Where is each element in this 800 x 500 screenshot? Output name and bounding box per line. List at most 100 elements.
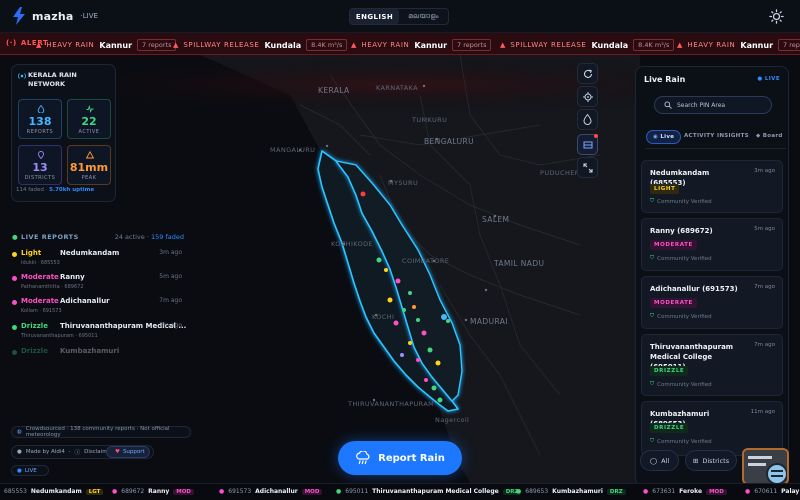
report-place: Ranny: [60, 273, 85, 281]
filter-all-button[interactable]: ◯ All: [640, 450, 679, 471]
report-card[interactable]: Ranny (689672) 5m ago MODERATE ⛉ Communit…: [641, 218, 783, 271]
locate-button[interactable]: [577, 86, 598, 107]
card-time: 7m ago: [754, 284, 775, 290]
map-label-tamil-nadu: TAMIL NADU: [494, 259, 545, 268]
rain-layer-button[interactable]: [577, 109, 598, 130]
stat-peak[interactable]: 81mm PEAK: [67, 145, 111, 185]
tab-activity[interactable]: ACTIVITY: [684, 133, 715, 139]
ticker-item[interactable]: ● 695011 Thiruvananthapuram Medical Colleg…: [336, 488, 522, 495]
report-place: Adichanallur: [60, 297, 110, 305]
made-by-link[interactable]: Made by Aldi4: [26, 449, 65, 455]
expand-button[interactable]: [577, 157, 598, 178]
filter-districts-button[interactable]: ⊞ Districts: [685, 450, 737, 471]
live-report-item[interactable]: Moderate Adichanallur 7m ago Kollam · 69…: [12, 296, 190, 320]
stat-active[interactable]: 22 ACTIVE: [67, 99, 111, 139]
map-label-kochi: KOCHI: [372, 313, 395, 321]
uptime: 5.70kh uptime: [49, 187, 95, 193]
shield-icon: ⛉: [650, 381, 655, 387]
language-malayalam-button[interactable]: മലയാളം: [399, 9, 448, 24]
app-widget-button[interactable]: [742, 448, 789, 485]
alert-item[interactable]: ▲ HEAVY RAIN Kannur 7 reports: [36, 39, 177, 51]
card-verified: ⛉ Community Verified: [650, 313, 712, 320]
shield-icon: ⛉: [650, 313, 655, 319]
search-input[interactable]: Search PIN Area: [654, 96, 772, 114]
version-badge: ● LIVE: [11, 465, 49, 476]
ticker-item[interactable]: ● 689672 Ranny MOD: [112, 488, 194, 495]
live-report-item[interactable]: Light Nedumkandam 3m ago Idukki · 685553: [12, 248, 190, 272]
live-reports-header: ● LIVE REPORTS 24 active · 159 faded: [12, 233, 192, 243]
card-time: 3m ago: [754, 168, 775, 174]
alert-place: Kannur: [740, 40, 774, 50]
dam-layer-button[interactable]: [577, 134, 598, 155]
crosshair-icon: [582, 91, 593, 102]
card-severity-badge: DRIZZLE: [650, 423, 689, 433]
map-label-kozhikode: KOZHIKODE: [331, 240, 374, 248]
ticker-place: Ranny: [148, 488, 170, 495]
pulse-icon: [86, 105, 94, 113]
ticker-item[interactable]: ● 670611 Palay: [745, 488, 799, 495]
tabs-divider: [646, 148, 786, 149]
tab-insights[interactable]: INSIGHTS: [717, 133, 749, 139]
ticker-item[interactable]: ● 691573 Adichanallur MOD: [219, 488, 323, 495]
live-report-item[interactable]: Drizzle Kumbazhamuri: [12, 346, 190, 370]
live-tab-icon: ◉: [653, 134, 659, 140]
user-icon: ●: [17, 449, 22, 455]
ticker-place: Thiruvananthapuram Medical College: [372, 488, 499, 495]
language-english-button[interactable]: ENGLISH: [350, 9, 399, 24]
ticker-item[interactable]: ● 689653 Kumbazhamuri DRZ: [516, 488, 626, 495]
support-button[interactable]: ♥ Support: [106, 446, 150, 458]
search-icon: [664, 101, 672, 109]
live-report-item[interactable]: Moderate Ranny 5m ago Pathanamthitta · 6…: [12, 272, 190, 296]
report-card[interactable]: Thiruvananthapuram Medical College (6950…: [641, 334, 783, 396]
ticker-item[interactable]: 685553 Nedumkandam LGT: [4, 488, 104, 495]
map-label-tumkuru: TUMKURU: [412, 116, 448, 124]
alert-place: Kannur: [414, 40, 448, 50]
map-label-trivandrum: THIRUVANANTHAPURAM: [348, 400, 435, 408]
card-severity-badge: LIGHT: [650, 184, 680, 194]
alert-item[interactable]: ▲ SPILLWAY RELEASE Kundala 8.4K m³/s: [500, 39, 675, 51]
language-switch: ENGLISH മലയാളം: [349, 8, 449, 25]
stat-label: PEAK: [81, 175, 97, 181]
expand-icon: [582, 162, 593, 173]
ticker-dot-icon: ●: [643, 488, 649, 495]
ticker-place: Palay: [781, 488, 800, 495]
stat-reports[interactable]: 138 REPORTS: [18, 99, 62, 139]
alert-place: Kannur: [99, 40, 133, 50]
widget-icon: [744, 450, 787, 483]
report-time: 5m ago: [159, 273, 182, 280]
live-dot-icon: ●: [12, 233, 19, 241]
app-logo[interactable]: mazha ·LIVE: [12, 7, 98, 25]
ticker-item[interactable]: ● 673631 Feroke MOD: [643, 488, 727, 495]
alert-place: Kundala: [264, 40, 302, 50]
stat-label: ACTIVE: [78, 129, 100, 135]
report-severity: Drizzle: [21, 322, 48, 330]
alert-item[interactable]: ▲ SPILLWAY RELEASE Kundala 8.4K m³/s: [173, 39, 348, 51]
stat-value: 22: [81, 115, 97, 128]
theme-toggle-sun-icon[interactable]: [769, 9, 784, 24]
live-report-item[interactable]: Drizzle Thiruvananthapuram Medical ... 7…: [12, 321, 190, 345]
report-severity: Drizzle: [21, 347, 48, 355]
stat-value: 138: [28, 115, 52, 128]
tab-live[interactable]: ◉ Live: [646, 130, 682, 144]
search-placeholder: Search PIN Area: [677, 101, 726, 109]
alert-badge: 7 reports: [137, 39, 177, 51]
cloud-rain-icon: [356, 451, 370, 465]
alert-item[interactable]: ▲ HEAVY RAIN Kannur 7 reports: [677, 39, 800, 51]
stat-districts[interactable]: 13 DISTRICTS: [18, 145, 62, 185]
card-time: 5m ago: [754, 226, 775, 232]
alert-item[interactable]: ▲ HEAVY RAIN Kannur 7 reports: [351, 39, 492, 51]
brand-suffix: ·LIVE: [80, 12, 98, 20]
stat-value: 13: [32, 161, 48, 174]
alert-badge: 7 reports: [452, 39, 492, 51]
tab-board[interactable]: ◆ Board: [756, 133, 783, 139]
ticker-severity: MOD: [173, 488, 194, 495]
report-card[interactable]: Adichanallur (691573) 7m ago MODERATE ⛉ C…: [641, 276, 783, 329]
report-place: Kumbazhamuri: [60, 347, 120, 355]
report-rain-button[interactable]: Report Rain: [338, 441, 462, 475]
faded-count: 114 faded: [16, 187, 44, 193]
map-pin-icon: [38, 151, 44, 159]
alert-kind: SPILLWAY RELEASE: [183, 41, 260, 49]
report-card[interactable]: Nedumkandam (685553) 3m ago LIGHT ⛉ Commu…: [641, 160, 783, 213]
refresh-button[interactable]: [577, 63, 598, 84]
alert-kind: HEAVY RAIN: [687, 41, 736, 49]
